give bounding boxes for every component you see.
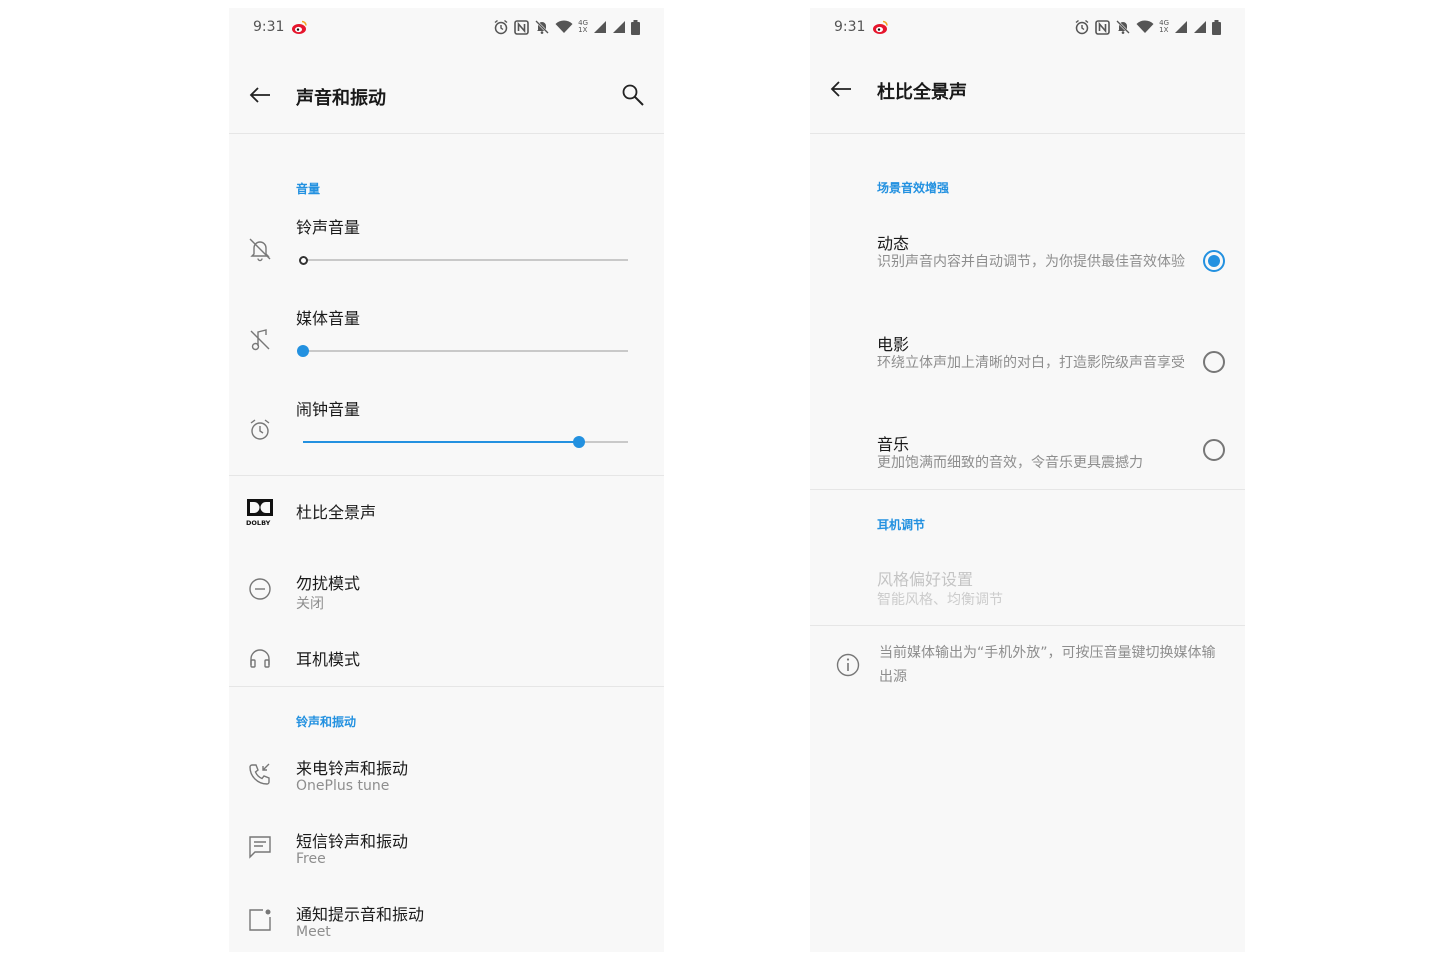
sms-ringtone-value: Free xyxy=(296,851,326,867)
radio-button[interactable] xyxy=(1203,250,1225,272)
alarm-icon xyxy=(1075,19,1089,35)
alarm-volume-label: 闹钟音量 xyxy=(296,400,361,419)
option-description: 更加饱满而细致的音效，令音乐更具震撼力 xyxy=(877,455,1143,471)
dolby-atmos-screen: 9:31 4G 1X 杜比全景声 场景音效增强 动态 识别声音内容并自动调节，为… xyxy=(810,8,1245,952)
battery-icon xyxy=(1212,19,1221,35)
notification-sound-row[interactable]: 通知提示音和振动 Meet xyxy=(229,894,664,949)
page-title: 杜比全景声 xyxy=(877,82,967,103)
dnd-row[interactable]: 勿扰模式 关闭 xyxy=(229,563,664,618)
network-4g-icon: 4G 1X xyxy=(578,19,588,34)
divider xyxy=(229,686,664,687)
mute-bell-icon xyxy=(1116,20,1130,34)
nfc-icon xyxy=(514,19,529,35)
headphone-mode-label: 耳机模式 xyxy=(296,650,361,669)
message-icon xyxy=(245,832,275,862)
media-volume-label: 媒体音量 xyxy=(296,309,361,328)
alarm-volume-slider[interactable] xyxy=(303,434,628,450)
slider-track xyxy=(303,259,628,261)
notification-icon xyxy=(245,905,275,935)
search-button[interactable] xyxy=(616,78,650,112)
back-button[interactable] xyxy=(243,78,277,112)
ringtone-volume-slider[interactable] xyxy=(298,252,628,268)
nfc-icon xyxy=(1095,19,1110,35)
style-preference-row: 风格偏好设置 智能风格、均衡调节 xyxy=(810,566,1245,616)
dnd-value: 关闭 xyxy=(296,596,324,612)
sms-ringtone-label: 短信铃声和振动 xyxy=(296,832,409,851)
media-volume-slider[interactable] xyxy=(297,343,628,359)
scene-option-movie[interactable]: 电影 环绕立体声加上清晰的对白，打造影院级声音享受 xyxy=(810,331,1245,401)
alarm-clock-icon xyxy=(245,415,275,445)
radio-button[interactable] xyxy=(1203,439,1225,461)
alarm-icon xyxy=(494,19,508,35)
divider xyxy=(229,475,664,476)
call-ringtone-label: 来电铃声和振动 xyxy=(296,759,409,778)
slider-fill xyxy=(303,441,580,443)
weibo-icon xyxy=(292,20,307,34)
status-time: 9:31 xyxy=(253,19,285,35)
style-preference-sub: 智能风格、均衡调节 xyxy=(877,592,1003,608)
section-header-scene-effect: 场景音效增强 xyxy=(877,181,950,195)
wifi-icon xyxy=(1136,20,1154,33)
sms-ringtone-row[interactable]: 短信铃声和振动 Free xyxy=(229,821,664,876)
notification-sound-label: 通知提示音和振动 xyxy=(296,905,425,924)
dnd-label: 勿扰模式 xyxy=(296,574,361,593)
status-icons: 4G 1X xyxy=(1074,19,1221,35)
bell-off-icon xyxy=(245,234,275,264)
dolby-atmos-row[interactable]: DOLBY 杜比全景声 xyxy=(229,486,664,536)
section-header-ring-vibration: 铃声和振动 xyxy=(296,715,357,729)
wifi-icon xyxy=(555,20,573,33)
status-icons: 4G 1X xyxy=(493,19,640,35)
toolbar: 声音和振动 xyxy=(229,48,664,134)
slider-thumb[interactable] xyxy=(298,255,308,265)
notification-sound-value: Meet xyxy=(296,924,331,940)
back-arrow-icon xyxy=(830,81,851,97)
call-ringtone-value: OnePlus tune xyxy=(296,778,390,794)
toolbar: 杜比全景声 xyxy=(810,48,1245,134)
weibo-icon xyxy=(873,20,888,34)
ringtone-volume-label: 铃声音量 xyxy=(296,218,361,237)
back-button[interactable] xyxy=(824,72,858,106)
mute-bell-icon xyxy=(535,20,549,34)
signal-icon xyxy=(594,21,606,33)
back-arrow-icon xyxy=(249,87,270,103)
signal-icon-2 xyxy=(613,21,625,33)
signal-icon-2 xyxy=(1194,21,1206,33)
scene-option-music[interactable]: 音乐 更加饱满而细致的音效，令音乐更具震撼力 xyxy=(810,431,1245,481)
dolby-logo-icon: DOLBY xyxy=(245,496,275,527)
radio-button[interactable] xyxy=(1203,351,1225,373)
divider xyxy=(810,625,1245,626)
info-icon xyxy=(833,650,863,680)
media-output-info: 当前媒体输出为“手机外放”，可按压音量键切换媒体输出源 xyxy=(879,645,1216,685)
option-description: 识别声音内容并自动调节，为你提供最佳音效体验 xyxy=(877,254,1185,270)
style-preference-label: 风格偏好设置 xyxy=(877,570,974,589)
dolby-logo-text: DOLBY xyxy=(246,519,271,527)
dnd-icon xyxy=(245,574,275,604)
scene-option-dynamic[interactable]: 动态 识别声音内容并自动调节，为你提供最佳音效体验 xyxy=(810,230,1245,300)
status-time: 9:31 xyxy=(834,19,866,35)
sound-vibration-screen: 9:31 4G 1X 声音和振动 音量 铃声音量 媒体音量 闹钟音量 DOLBY… xyxy=(229,8,664,952)
incoming-call-icon xyxy=(245,759,275,789)
music-off-icon xyxy=(245,325,275,355)
divider xyxy=(810,489,1245,490)
section-header-volume: 音量 xyxy=(296,182,321,196)
section-header-headphone-tuning: 耳机调节 xyxy=(877,518,926,532)
headphones-icon xyxy=(245,643,275,673)
slider-thumb[interactable] xyxy=(297,345,309,357)
search-icon xyxy=(622,84,644,106)
call-ringtone-row[interactable]: 来电铃声和振动 OnePlus tune xyxy=(229,748,664,803)
signal-icon xyxy=(1175,21,1187,33)
slider-track xyxy=(303,350,628,352)
network-4g-icon: 4G 1X xyxy=(1159,19,1169,34)
dolby-atmos-label: 杜比全景声 xyxy=(296,503,377,522)
status-bar: 9:31 4G 1X xyxy=(810,8,1245,48)
status-bar: 9:31 4G 1X xyxy=(229,8,664,48)
headphone-mode-row[interactable]: 耳机模式 xyxy=(229,633,664,683)
battery-icon xyxy=(631,19,640,35)
option-description: 环绕立体声加上清晰的对白，打造影院级声音享受 xyxy=(877,355,1185,371)
page-title: 声音和振动 xyxy=(296,88,386,109)
slider-thumb[interactable] xyxy=(573,436,586,448)
